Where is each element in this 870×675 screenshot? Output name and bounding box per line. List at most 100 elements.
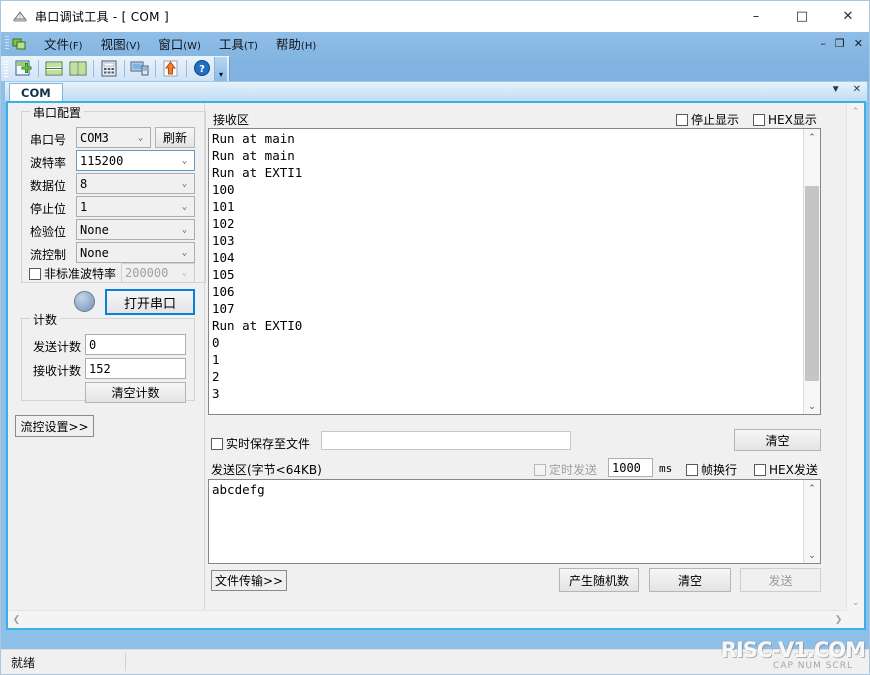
tile-horizontal-icon[interactable] [43, 58, 65, 79]
child-horizontal-scrollbar[interactable]: ❮ ❯ [8, 610, 847, 628]
toolbar-band: ? ▾ [1, 55, 230, 81]
receive-scrollbar[interactable]: ⌃ ⌄ [803, 129, 820, 414]
send-title: 发送区(字节<64KB) [211, 463, 322, 477]
tab-strip: COM ▼ ✕ [5, 81, 867, 102]
title-bar: 串口调试工具 - [ COM ] – □ ✕ [1, 1, 869, 32]
flow-settings-button[interactable]: 流控设置>> [15, 415, 94, 437]
save-to-file-checkbox[interactable]: 实时保存至文件 [211, 435, 310, 452]
port-combo[interactable]: COM3 ⌄ [76, 127, 151, 148]
child-scroll-right-icon[interactable]: ❯ [830, 611, 847, 628]
file-transfer-button[interactable]: 文件传输>> [211, 570, 287, 591]
maximize-button[interactable]: □ [779, 1, 825, 32]
send-button[interactable]: 发送 [740, 568, 821, 592]
tab-list-dropdown-icon[interactable]: ▼ [831, 84, 841, 95]
tab-strip-controls: ▼ ✕ [831, 84, 861, 95]
toolbar-overflow-button[interactable]: ▾ [214, 56, 227, 81]
scroll-up-icon[interactable]: ⌃ [804, 129, 820, 145]
menu-file[interactable]: 文件(F) [35, 32, 92, 55]
receive-scrollbar-thumb[interactable] [805, 186, 819, 381]
child-scroll-up-icon[interactable]: ⌃ [847, 103, 864, 120]
tab-close-icon[interactable]: ✕ [853, 84, 861, 95]
send-clear-button[interactable]: 清空 [649, 568, 731, 592]
send-scrollbar[interactable]: ⌃ ⌄ [803, 480, 820, 563]
mdi-window-controls: – ❐ ✕ [820, 32, 863, 55]
scroll-up-icon[interactable]: ⌃ [804, 480, 820, 496]
hex-display-checkbox-box [753, 113, 765, 126]
minimize-button[interactable]: – [733, 1, 779, 32]
menu-view[interactable]: 视图(V) [92, 32, 150, 55]
receive-textarea[interactable]: Run at main Run at main Run at EXTI1 100… [208, 128, 821, 415]
send-content: abcdefg [212, 482, 265, 497]
hex-display-label: HEX显示 [768, 113, 817, 127]
send-interval-field[interactable]: 1000 [608, 458, 653, 477]
upload-icon[interactable] [160, 58, 182, 79]
stop-bits-combo[interactable]: 1 ⌄ [76, 196, 195, 217]
menu-file-mnemonic: (F) [69, 41, 83, 52]
stop-display-checkbox[interactable]: 停止显示 [676, 111, 739, 128]
chevron-down-icon: ⌄ [181, 201, 188, 212]
parity-combo[interactable]: None ⌄ [76, 219, 195, 240]
child-scroll-corner [847, 611, 864, 628]
send-textarea[interactable]: abcdefg ⌃ ⌄ [208, 479, 821, 564]
stop-display-checkbox-box [676, 113, 688, 126]
calculator-icon[interactable] [98, 58, 120, 79]
refresh-button[interactable]: 刷新 [155, 127, 195, 148]
child-vertical-scrollbar[interactable]: ⌃ ⌄ [846, 103, 864, 611]
rx-count-field[interactable]: 152 [85, 358, 186, 379]
port-value: COM3 [80, 130, 109, 145]
mdi-minimize-button[interactable]: – [820, 37, 826, 50]
status-separator [125, 653, 126, 671]
random-data-button[interactable]: 产生随机数 [559, 568, 639, 592]
timed-send-checkbox[interactable]: 定时发送 [534, 461, 597, 478]
scroll-down-icon[interactable]: ⌄ [804, 547, 820, 563]
chevron-down-icon: ⌄ [137, 132, 144, 143]
tx-count-label: 发送计数 [33, 340, 82, 354]
close-button[interactable]: ✕ [825, 1, 869, 32]
rx-count-value: 152 [89, 361, 111, 376]
tab-com[interactable]: COM [9, 83, 63, 102]
tx-count-field[interactable]: 0 [85, 334, 186, 355]
tab-com-label: COM [21, 86, 51, 100]
tile-vertical-icon[interactable] [67, 58, 89, 79]
menu-tools-label: 工具 [218, 37, 244, 52]
menu-window[interactable]: 窗口(W) [149, 32, 210, 55]
mdi-client-area: COM ▼ ✕ 串口配置 串口号 COM3 ⌄ 刷新 波特率 115200 ⌄ … [1, 81, 869, 652]
menu-tools[interactable]: 工具(T) [210, 32, 267, 55]
tx-count-value: 0 [89, 337, 97, 352]
menu-help[interactable]: 帮助(H) [267, 32, 325, 55]
hex-display-checkbox[interactable]: HEX显示 [753, 111, 817, 128]
help-icon[interactable]: ? [191, 58, 213, 79]
open-port-button[interactable]: 打开串口 [105, 289, 195, 315]
frame-newline-checkbox[interactable]: 帧换行 [686, 461, 737, 478]
receive-clear-button[interactable]: 清空 [734, 429, 821, 451]
menu-grip-icon[interactable] [5, 36, 9, 51]
application-window: 串口调试工具 - [ COM ] – □ ✕ 文件(F) 视图(V) 窗口(W)… [0, 0, 870, 675]
hex-send-checkbox[interactable]: HEX发送 [754, 461, 818, 478]
chevron-down-icon: ⌄ [181, 224, 188, 235]
menu-file-label: 文件 [44, 37, 70, 52]
toolbar-grip-icon[interactable] [4, 60, 8, 77]
computer-icon[interactable] [129, 58, 151, 79]
window-title: 串口调试工具 - [ COM ] [35, 10, 169, 24]
port-label: 串口号 [30, 133, 67, 147]
mdi-child-content: 串口配置 串口号 COM3 ⌄ 刷新 波特率 115200 ⌄ 数据位 8 ⌄ … [8, 103, 864, 628]
send-interval-unit: ms [659, 462, 673, 475]
clear-counters-button[interactable]: 清空计数 [85, 382, 186, 403]
child-scroll-left-icon[interactable]: ❮ [8, 611, 25, 628]
baud-combo[interactable]: 115200 ⌄ [76, 150, 195, 171]
custom-baud-checkbox[interactable]: 非标准波特率 [29, 265, 116, 282]
data-bits-combo[interactable]: 8 ⌄ [76, 173, 195, 194]
save-to-file-path-field[interactable] [321, 431, 571, 450]
mdi-close-button[interactable]: ✕ [854, 37, 863, 50]
receive-clear-label: 清空 [765, 433, 790, 448]
menu-help-mnemonic: (H) [300, 41, 317, 52]
frame-newline-checkbox-box [686, 463, 698, 476]
baud-label: 波特率 [30, 156, 67, 170]
new-session-icon[interactable] [12, 58, 34, 79]
flow-control-label: 流控制 [30, 248, 67, 262]
mdi-restore-button[interactable]: ❐ [835, 37, 845, 50]
child-scroll-down-icon[interactable]: ⌄ [847, 594, 864, 611]
receive-content: Run at main Run at main Run at EXTI1 100… [212, 131, 303, 401]
flow-control-combo[interactable]: None ⌄ [76, 242, 195, 263]
scroll-down-icon[interactable]: ⌄ [804, 398, 820, 414]
